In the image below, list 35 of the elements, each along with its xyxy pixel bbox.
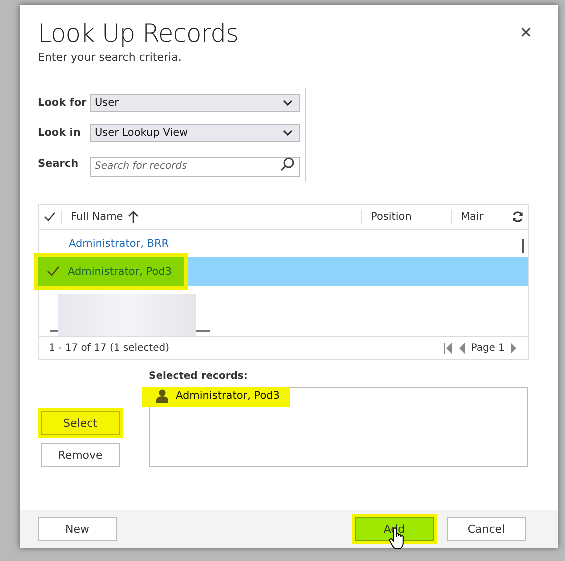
field-label: Look for (38, 97, 88, 109)
dropdown-field[interactable]: User (90, 94, 300, 112)
dialog-button[interactable]: Cancel (447, 517, 526, 541)
search-field[interactable]: Search for records (90, 156, 300, 176)
page-number: Page 1 (471, 342, 505, 354)
field-label: Look in (38, 127, 82, 139)
person-icon (156, 389, 169, 403)
section-label: Selected records: (149, 371, 249, 382)
previous-page-icon[interactable] (458, 342, 466, 354)
chevron-down-icon (283, 100, 293, 106)
next-page-icon[interactable] (510, 342, 518, 354)
dialog-button[interactable]: Select (41, 411, 120, 435)
record-row[interactable]: Administrator, BRR (39, 230, 528, 257)
column-header[interactable]: Position (362, 210, 452, 224)
checkmark-icon[interactable] (44, 212, 56, 222)
dialog-button[interactable]: New (38, 517, 117, 541)
refresh-icon[interactable] (512, 211, 524, 223)
column-header[interactable]: Full Name (62, 210, 362, 224)
first-page-icon[interactable] (443, 342, 454, 354)
record-count: 1 - 17 of 17 (1 selected) (49, 342, 170, 354)
record-name-link[interactable]: Administrator, BRR (69, 238, 170, 250)
checkmark-icon (46, 266, 60, 277)
search-icon (280, 157, 295, 172)
close-button[interactable]: × (520, 23, 532, 43)
dialog-subtitle: Enter your search criteria. (38, 51, 183, 64)
chevron-down-icon (283, 130, 293, 136)
selected-record-item[interactable]: Administrator, Pod3 (142, 387, 290, 407)
dialog-button[interactable]: Remove (41, 443, 120, 467)
record-name-link[interactable]: Administrator, Pod3 (68, 266, 172, 278)
column-header[interactable]: Mair (452, 210, 484, 224)
dialog-title: Look Up Records (38, 19, 239, 48)
dropdown-field[interactable]: User Lookup View (90, 124, 300, 142)
record-row[interactable]: Administrator, Pod3 (39, 257, 528, 286)
field-label: Search (38, 158, 80, 170)
scrollbar-thumb[interactable] (522, 239, 524, 253)
